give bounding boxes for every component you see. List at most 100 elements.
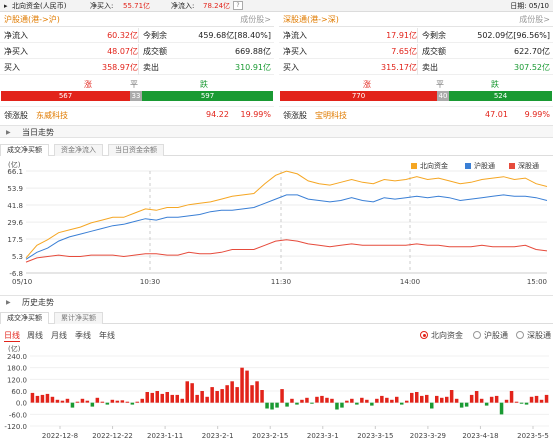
panel-header: 沪股通(港->沪) 成份股>: [0, 13, 274, 27]
bar: [60, 400, 65, 403]
panel-title[interactable]: 沪股通(港->沪): [4, 14, 60, 25]
period-quarterly[interactable]: 季线: [75, 330, 91, 341]
stat-label: 买入: [4, 63, 20, 72]
tab-net-buy[interactable]: 成交净买额: [0, 144, 49, 156]
bar: [280, 389, 284, 403]
bar: [170, 394, 174, 403]
tab-cumulative[interactable]: 累计净买额: [54, 312, 103, 324]
bar: [524, 402, 529, 405]
leading-stock-change: 9.99%: [524, 110, 550, 119]
stat-label: 今剩余: [143, 31, 167, 40]
radio-north[interactable]: 北向资金: [420, 330, 463, 341]
bar: [390, 399, 394, 403]
bar: [230, 381, 234, 403]
title-bar: ▸ 北向资金(人民币) 净买入: 55.71亿 净流入: 78.24亿 ? 日期…: [0, 0, 553, 12]
bar: [245, 370, 249, 403]
bar: [85, 400, 90, 403]
x-tick-label: 2023-2-15: [252, 432, 288, 440]
bar: [454, 398, 459, 403]
x-tick-label: 2023-3-15: [357, 432, 393, 440]
radio-label: 沪股通: [484, 331, 508, 340]
bar: [325, 397, 329, 403]
period-yearly[interactable]: 年线: [99, 330, 115, 341]
bar: [155, 391, 159, 403]
period-monthly[interactable]: 月线: [51, 330, 67, 341]
constituents-link[interactable]: 成份股>: [519, 14, 550, 25]
bar: [30, 392, 35, 403]
leading-stock-change: 19.99%: [240, 110, 271, 119]
panel-title[interactable]: 深股通(港->深): [283, 14, 339, 25]
bar: [489, 396, 494, 403]
bar: [509, 391, 514, 403]
flat-label: 平: [436, 80, 444, 89]
stat-label: 今剩余: [422, 31, 446, 40]
y-tick-label: -120.0: [4, 423, 27, 431]
bar: [90, 402, 95, 407]
bar: [235, 387, 239, 403]
bar: [70, 402, 75, 408]
up-count: 770: [280, 91, 437, 101]
stat-value: 502.09亿[96.56%]: [477, 31, 550, 40]
bar: [75, 401, 80, 403]
bar: [275, 402, 279, 408]
stat-label: 卖出: [422, 63, 438, 72]
tab-balance[interactable]: 当日资金余额: [108, 144, 164, 156]
triangle-right-icon: ▶: [6, 299, 11, 306]
leading-stock-name[interactable]: 东威科技: [36, 110, 68, 121]
stat-label: 净买入: [283, 47, 307, 56]
history-section-header[interactable]: ▶ 历史走势: [0, 296, 553, 309]
stat-value: 459.68亿[88.40%]: [198, 31, 271, 40]
constituents-link[interactable]: 成份股>: [240, 14, 271, 25]
y-tick-label: 5.3: [12, 253, 23, 261]
stat-row: 净流入 60.32亿 今剩余 459.68亿[88.40%]: [0, 28, 274, 43]
bar: [55, 399, 60, 403]
radio-label: 深股通: [527, 331, 551, 340]
bar: [165, 392, 169, 403]
period-weekly[interactable]: 周线: [27, 330, 43, 341]
leading-stock-row: 领涨股 宝明科技 47.01 9.99%: [279, 106, 553, 121]
leading-stock-price: 47.01: [485, 110, 508, 119]
divider: [138, 60, 139, 75]
stat-row: 净买入 48.07亿 成交额 669.88亿: [0, 44, 274, 59]
panel-header: 深股通(港->深) 成份股>: [279, 13, 553, 27]
net-buy-value: 55.71亿: [123, 2, 151, 10]
tab-net-buy[interactable]: 成交净买额: [0, 312, 49, 324]
stat-value: 622.70亿: [514, 47, 550, 56]
bar: [270, 402, 274, 410]
breadth-header: 涨 平 跌: [279, 78, 553, 90]
bar: [205, 396, 209, 403]
bar: [380, 395, 384, 403]
period-daily[interactable]: 日线: [4, 330, 20, 342]
x-tick-label: 14:00: [400, 278, 420, 286]
y-tick-label: 180.0: [7, 365, 27, 373]
x-tick-label: 10:30: [140, 278, 160, 286]
x-tick-label: 2022-12-8: [42, 432, 78, 440]
intraday-section-header[interactable]: ▶ 当日走势: [0, 125, 553, 138]
bar: [180, 398, 184, 403]
bar: [160, 393, 164, 403]
x-tick-label: 2023-3-29: [410, 432, 446, 440]
leading-stock-row: 领涨股 东威科技 94.22 19.99%: [0, 106, 274, 121]
tab-net-inflow[interactable]: 资金净流入: [54, 144, 103, 156]
bar: [50, 396, 55, 403]
bar: [150, 392, 154, 403]
help-icon[interactable]: ?: [233, 1, 243, 10]
history-tabs: 成交净买额 累计净买额: [0, 312, 553, 324]
radio-sh[interactable]: 沪股通: [473, 330, 508, 341]
section-title: 当日走势: [22, 128, 54, 137]
stat-value: 7.65亿: [391, 47, 417, 56]
bar: [519, 402, 524, 404]
leading-stock-label: 领涨股: [283, 111, 307, 120]
up-label: 涨: [363, 80, 371, 89]
stat-value: 310.91亿: [235, 63, 271, 72]
y-tick-label: 29.6: [7, 219, 23, 227]
y-tick-label: 41.8: [7, 202, 23, 210]
bar: [185, 381, 189, 403]
bar: [514, 401, 519, 403]
radio-sz[interactable]: 深股通: [516, 330, 551, 341]
bar: [40, 394, 45, 403]
bullet-icon: ▸: [4, 2, 8, 10]
leading-stock-name[interactable]: 宝明科技: [315, 110, 347, 121]
stat-row: 净流入 17.91亿 今剩余 502.09亿[96.56%]: [279, 28, 553, 43]
stat-row: 买入 315.17亿 卖出 307.52亿: [279, 60, 553, 75]
